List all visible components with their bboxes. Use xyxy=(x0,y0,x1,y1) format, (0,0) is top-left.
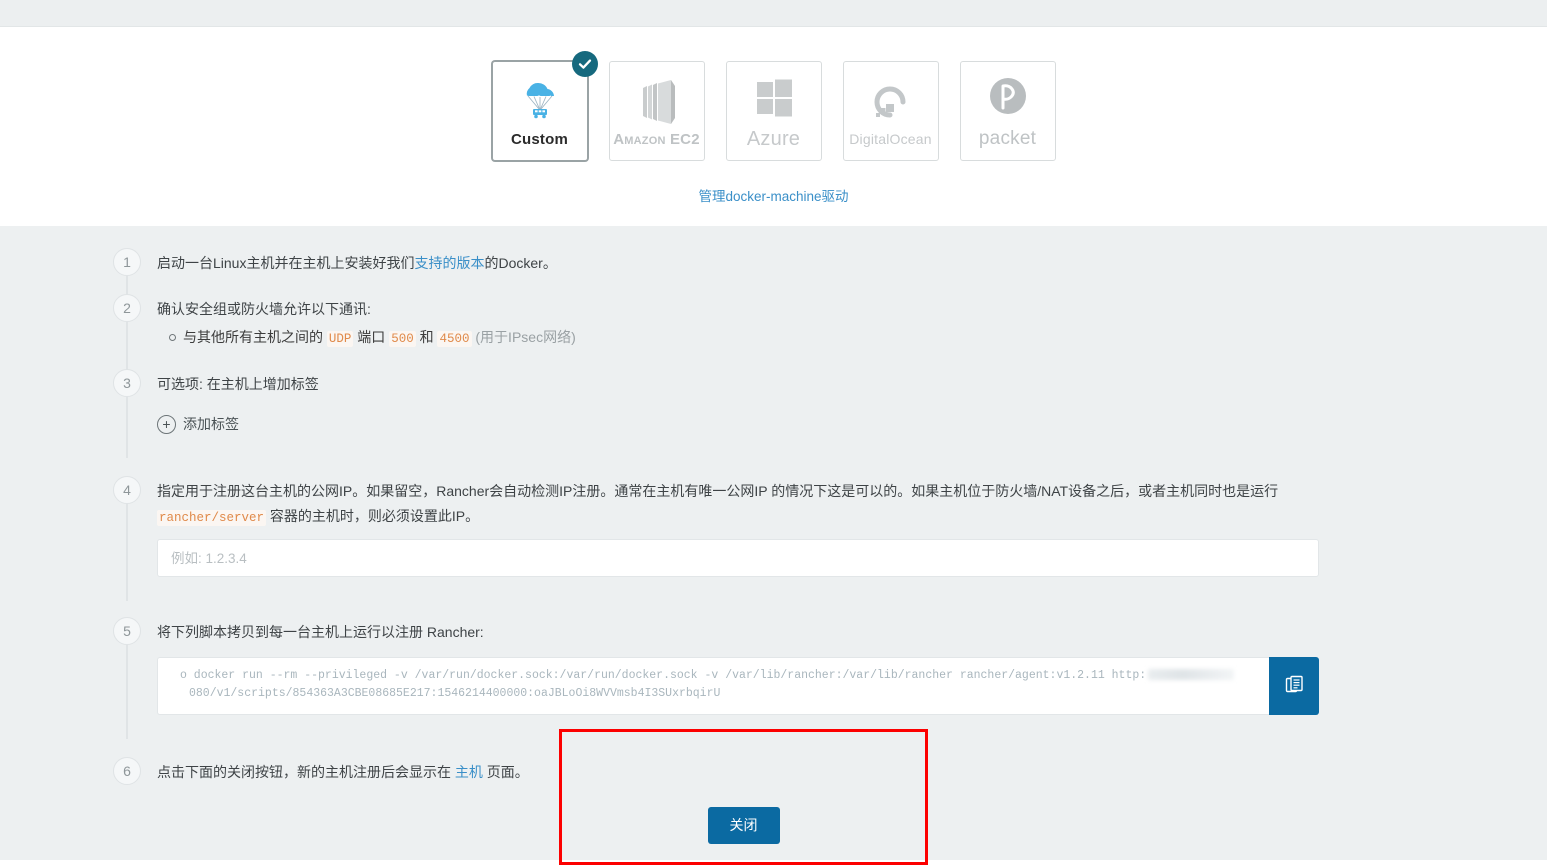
step-4-text: 指定用于注册这台主机的公网IP。如果留空，Rancher会自动检测IP注册。通常… xyxy=(157,479,1337,529)
supported-versions-link[interactable]: 支持的版本 xyxy=(414,255,484,271)
step-connector-line xyxy=(126,645,128,739)
registration-script-box[interactable]: o docker run --rm --privileged -v /var/r… xyxy=(157,656,1269,715)
step-2-body: 确认安全组或防火墙允许以下通讯: 与其他所有主机之间的 UDP 端口 500 和… xyxy=(157,294,1547,369)
step-5-text: 将下列脚本拷贝到每一台主机上运行以注册 Rancher: xyxy=(157,624,484,641)
add-label-button-text: 添加标签 xyxy=(183,416,239,432)
registration-steps-section: 1 启动一台Linux主机并在主机上安装好我们支持的版本的Docker。 2 确… xyxy=(0,226,1547,865)
top-bar xyxy=(0,0,1547,27)
driver-card-digitalocean[interactable]: DigitalOcean xyxy=(842,61,939,161)
driver-card-custom[interactable]: Custom xyxy=(491,51,598,161)
step-5: 5 将下列脚本拷贝到每一台主机上运行以注册 Rancher: o docker … xyxy=(113,617,1547,739)
manage-driver-link-container: 管理docker-machine驱动 xyxy=(0,185,1547,205)
manage-docker-machine-driver-link[interactable]: 管理docker-machine驱动 xyxy=(698,189,848,204)
step-1-body: 启动一台Linux主机并在主机上安装好我们支持的版本的Docker。 xyxy=(157,248,1547,294)
step-1-text-a: 启动一台Linux主机并在主机上安装好我们 xyxy=(157,255,415,271)
code-rancher-server: rancher/server xyxy=(157,509,267,526)
plus-icon: + xyxy=(157,414,176,434)
step-connector-line xyxy=(126,504,128,602)
firewall-port-item: 与其他所有主机之间的 UDP 端口 500 和 4500 (用于IPsec网络) xyxy=(169,325,1547,351)
bullet-text-b: 端口 xyxy=(357,329,386,345)
amazon-ec2-icon xyxy=(630,75,684,127)
driver-card-amazon-ec2[interactable]: Amazon EC2 xyxy=(608,61,705,161)
step-2-text: 确认安全组或防火墙允许以下通讯: xyxy=(157,300,371,317)
step-6-text-a: 点击下面的关闭按钮，新的主机注册后会显示在 xyxy=(157,763,451,780)
driver-card-packet[interactable]: packet xyxy=(959,61,1056,161)
driver-label-azure: Azure xyxy=(746,127,801,150)
cloud-parachute-icon xyxy=(514,75,566,127)
script-line-2: 080/v1/scripts/854363A3CBE08685E217:1546… xyxy=(189,687,721,701)
step-3-text: 可选项: 在主机上增加标签 xyxy=(157,375,319,392)
close-button-container: 关闭 xyxy=(562,807,925,844)
driver-card-list: Custom Amazon EC2 Azure DigitalOcean pac… xyxy=(0,51,1547,161)
copy-icon xyxy=(1285,675,1304,697)
registration-script-row: o docker run --rm --privileged -v /var/r… xyxy=(157,656,1319,715)
code-udp: UDP xyxy=(326,331,354,347)
code-port-4500: 4500 xyxy=(437,331,472,347)
step-5-body: 将下列脚本拷贝到每一台主机上运行以注册 Rancher: o docker ru… xyxy=(157,617,1547,732)
public-ip-input[interactable] xyxy=(157,539,1319,578)
driver-chooser-panel: Custom Amazon EC2 Azure DigitalOcean pac… xyxy=(0,27,1547,226)
driver-label-custom: Custom xyxy=(510,130,569,148)
step-3: 3 可选项: 在主机上增加标签 + 添加标签 xyxy=(113,368,1547,458)
step-2: 2 确认安全组或防火墙允许以下通讯: 与其他所有主机之间的 UDP 端口 500… xyxy=(113,293,1547,375)
copy-script-button[interactable] xyxy=(1269,656,1319,715)
step-4-text-a: 指定用于注册这台主机的公网IP。如果留空，Rancher会自动检测IP注册。通常… xyxy=(157,483,1279,499)
step-4-body: 指定用于注册这台主机的公网IP。如果留空，Rancher会自动检测IP注册。通常… xyxy=(157,476,1547,595)
bullet-text-c: 和 xyxy=(419,329,434,345)
step-6-text-b: 页面。 xyxy=(486,763,529,780)
highlight-annotation-box: 关闭 xyxy=(559,729,928,865)
step-1-text: 启动一台Linux主机并在主机上安装好我们支持的版本的Docker。 xyxy=(157,251,1547,276)
step-2-bullet-list: 与其他所有主机之间的 UDP 端口 500 和 4500 (用于IPsec网络) xyxy=(157,325,1547,351)
step-1-text-b: 的Docker。 xyxy=(484,255,557,271)
step-number-6: 6 xyxy=(113,756,141,785)
step-connector-line xyxy=(126,321,128,375)
close-button[interactable]: 关闭 xyxy=(707,807,780,844)
step-1: 1 启动一台Linux主机并在主机上安装好我们支持的版本的Docker。 xyxy=(113,248,1547,300)
script-line-1: o docker run --rm --privileged -v /var/r… xyxy=(180,667,1255,685)
step-4-text-b: 容器的主机时，则必须设置此IP。 xyxy=(269,507,480,524)
digitalocean-icon xyxy=(867,75,915,127)
step-number-3: 3 xyxy=(113,368,141,397)
add-label-button[interactable]: + 添加标签 xyxy=(157,414,239,434)
script-line-1-text: o docker run --rm --privileged -v /var/r… xyxy=(180,668,1147,682)
bullet-text-a: 与其他所有主机之间的 xyxy=(183,329,323,345)
code-port-500: 500 xyxy=(389,331,416,347)
driver-label-packet: packet xyxy=(978,128,1037,149)
step-3-body: 可选项: 在主机上增加标签 + 添加标签 xyxy=(157,369,1547,453)
step-number-4: 4 xyxy=(113,476,141,504)
selected-check-icon xyxy=(571,51,598,77)
driver-card-azure[interactable]: Azure xyxy=(725,61,822,161)
step-number-5: 5 xyxy=(113,617,141,646)
step-4: 4 指定用于注册这台主机的公网IP。如果留空，Rancher会自动检测IP注册。… xyxy=(113,476,1547,602)
driver-label-digitalocean: DigitalOcean xyxy=(849,131,932,147)
azure-icon xyxy=(749,72,799,124)
bullet-text-d: (用于IPsec网络) xyxy=(475,329,576,345)
redacted-host-address xyxy=(1148,669,1235,681)
driver-label-amazon-ec2: Amazon EC2 xyxy=(613,130,700,148)
packet-icon xyxy=(984,72,1032,124)
step-number-1: 1 xyxy=(113,248,141,276)
hosts-page-link[interactable]: 主机 xyxy=(455,764,483,780)
step-connector-line xyxy=(126,396,128,458)
steps-list: 1 启动一台Linux主机并在主机上安装好我们支持的版本的Docker。 2 确… xyxy=(113,248,1547,802)
step-number-2: 2 xyxy=(113,293,141,322)
